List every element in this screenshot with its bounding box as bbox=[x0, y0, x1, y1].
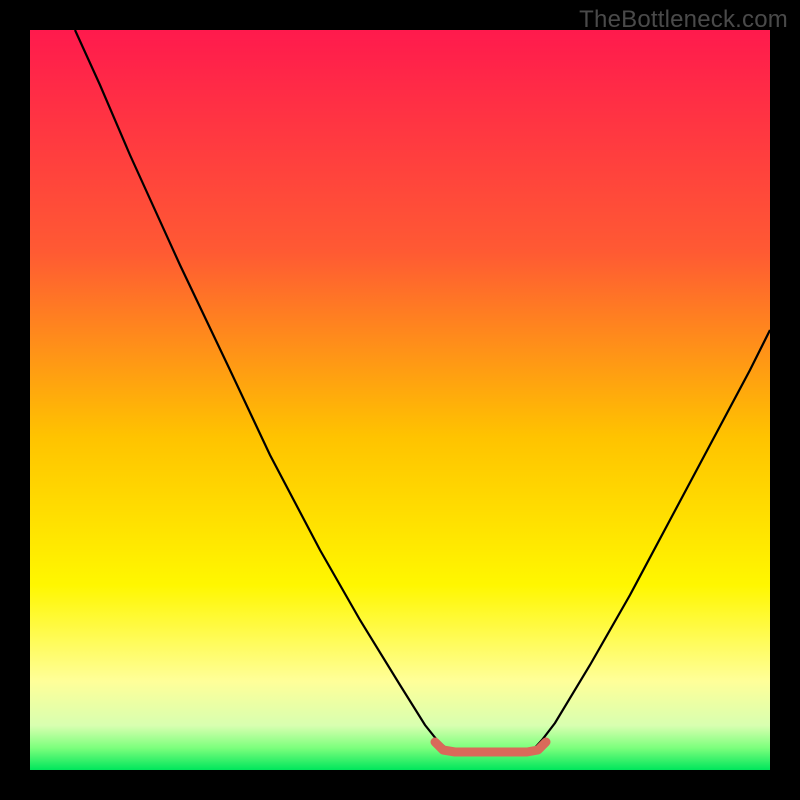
plot-area bbox=[30, 30, 770, 770]
chart-frame: TheBottleneck.com bbox=[0, 0, 800, 800]
gradient-background bbox=[30, 30, 770, 770]
chart-svg bbox=[30, 30, 770, 770]
